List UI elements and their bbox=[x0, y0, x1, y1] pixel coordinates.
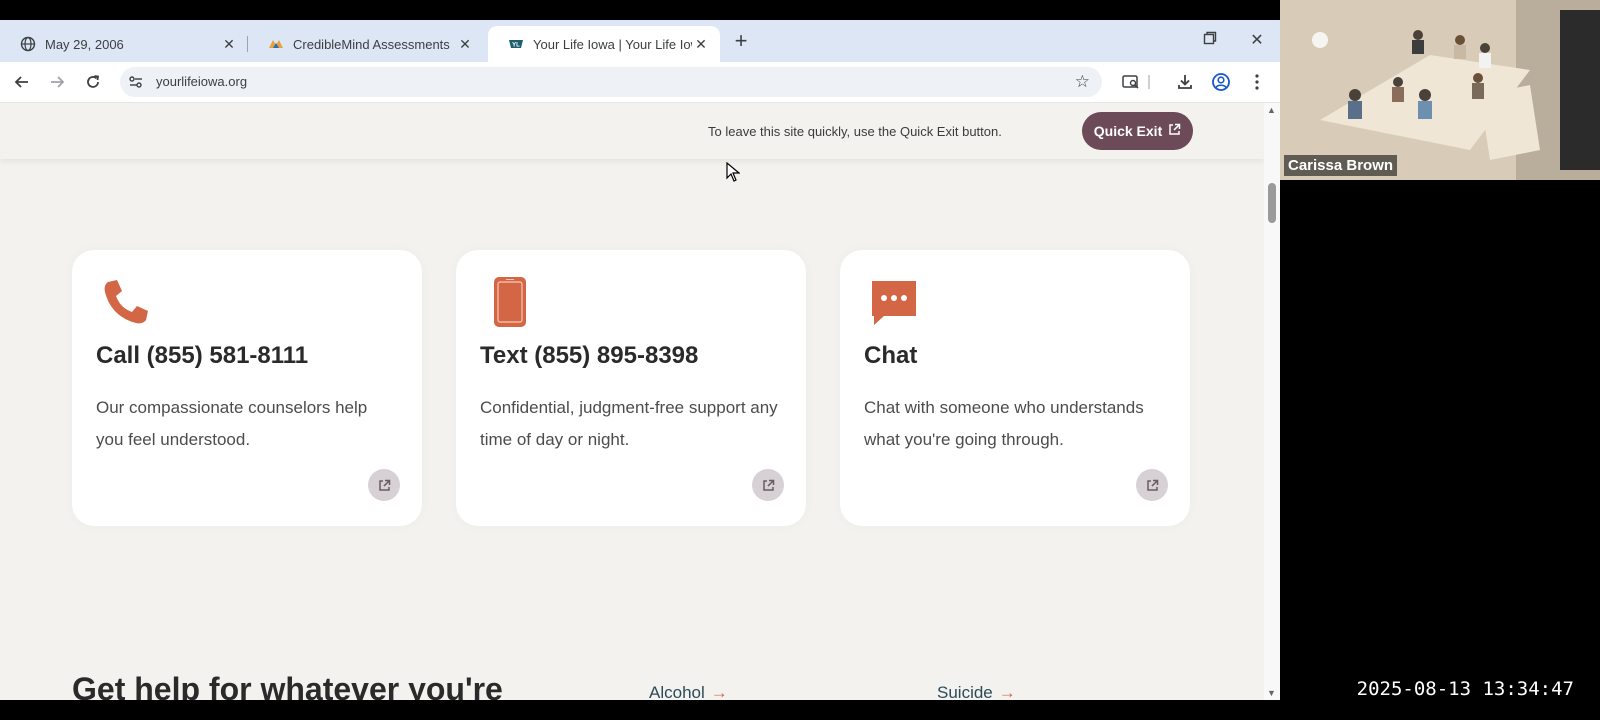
toolbar-divider bbox=[1148, 75, 1150, 89]
card-description: Our compassionate counselors help you fe… bbox=[96, 398, 368, 449]
web-page-content: To leave this site quickly, use the Quic… bbox=[0, 103, 1264, 700]
tab-crediblemind-assessments[interactable]: CredibleMind Assessments ✕ bbox=[248, 26, 484, 62]
video-call-tile: Carissa Brown bbox=[1280, 0, 1600, 180]
mobile-device-icon bbox=[484, 276, 536, 328]
section-heading: Get help for whatever you're bbox=[72, 671, 503, 700]
cast-search-icon[interactable] bbox=[1119, 70, 1143, 94]
card-title: Call (855) 581-8111 bbox=[96, 342, 309, 369]
chat-bubble-icon bbox=[868, 276, 920, 328]
tab-label: May 29, 2006 bbox=[45, 36, 124, 52]
browser-menu-icon[interactable] bbox=[1245, 70, 1269, 94]
call-support-card[interactable]: Call (855) 581-8111 Our compassionate co… bbox=[72, 250, 422, 526]
card-title: Text (855) 895-8398 bbox=[480, 342, 699, 369]
quick-exit-label: Quick Exit bbox=[1093, 123, 1163, 139]
page-scrollbar[interactable]: ▲ ▼ bbox=[1264, 103, 1280, 700]
crediblemind-logo-icon bbox=[268, 36, 284, 52]
reload-button[interactable] bbox=[81, 70, 105, 94]
card-title: Chat bbox=[864, 342, 918, 369]
card-description: Chat with someone who understands what y… bbox=[864, 398, 1144, 449]
forward-button[interactable] bbox=[45, 70, 69, 94]
site-settings-icon[interactable] bbox=[128, 74, 144, 90]
scroll-up-icon[interactable]: ▲ bbox=[1267, 105, 1276, 115]
meeting-room-video bbox=[1280, 0, 1600, 180]
arrow-right-icon: → bbox=[710, 683, 728, 700]
back-button[interactable] bbox=[10, 70, 34, 94]
external-link-icon[interactable] bbox=[752, 469, 784, 501]
download-icon[interactable] bbox=[1173, 70, 1197, 94]
browser-toolbar: yourlifeiowa.org ☆ bbox=[0, 62, 1280, 103]
address-bar[interactable]: yourlifeiowa.org ☆ bbox=[120, 67, 1102, 97]
globe-icon bbox=[20, 36, 36, 52]
topic-link-label: Suicide bbox=[937, 683, 993, 700]
close-icon[interactable]: ✕ bbox=[220, 36, 238, 53]
chat-support-card[interactable]: Chat Chat with someone who understands w… bbox=[840, 250, 1190, 526]
external-link-icon[interactable] bbox=[1136, 469, 1168, 501]
tab-strip: May 29, 2006 ✕ CredibleMind Assessments … bbox=[0, 20, 1280, 62]
text-support-card[interactable]: Text (855) 895-8398 Confidential, judgme… bbox=[456, 250, 806, 526]
tab-your-life-iowa[interactable]: YL Your Life Iowa | Your Life Iowa ✕ bbox=[488, 26, 720, 62]
mouse-cursor-icon bbox=[726, 161, 741, 187]
topic-link-suicide[interactable]: Suicide → bbox=[937, 683, 1016, 700]
tab-label: CredibleMind Assessments bbox=[293, 36, 450, 52]
close-icon[interactable]: ✕ bbox=[456, 36, 474, 53]
profile-avatar-icon[interactable] bbox=[1209, 70, 1233, 94]
close-window-button[interactable]: ✕ bbox=[1246, 30, 1268, 52]
restore-window-button[interactable] bbox=[1199, 30, 1221, 52]
svg-text:YL: YL bbox=[512, 43, 520, 49]
arrow-right-icon: → bbox=[998, 683, 1016, 700]
quick-exit-notice: To leave this site quickly, use the Quic… bbox=[708, 124, 1002, 139]
recording-timestamp: 2025-08-13 13:34:47 bbox=[1356, 678, 1574, 700]
new-tab-button[interactable]: + bbox=[730, 30, 752, 52]
tab-label: Your Life Iowa | Your Life Iowa bbox=[533, 36, 692, 52]
yourlifeiowa-logo-icon: YL bbox=[508, 36, 524, 52]
external-link-icon bbox=[1168, 123, 1181, 139]
url-text: yourlifeiowa.org bbox=[156, 74, 248, 89]
quick-exit-button[interactable]: Quick Exit bbox=[1082, 112, 1193, 150]
participant-name: Carissa Brown bbox=[1284, 155, 1398, 176]
card-description: Confidential, judgment-free support any … bbox=[480, 398, 778, 449]
close-icon[interactable]: ✕ bbox=[692, 36, 710, 53]
scrollbar-thumb[interactable] bbox=[1268, 183, 1276, 223]
bookmark-star-icon[interactable]: ☆ bbox=[1075, 72, 1090, 92]
external-link-icon[interactable] bbox=[368, 469, 400, 501]
phone-icon bbox=[100, 276, 152, 328]
topic-link-alcohol[interactable]: Alcohol → bbox=[649, 683, 728, 700]
scroll-down-icon[interactable]: ▼ bbox=[1267, 688, 1276, 698]
tab-may-29-2006[interactable]: May 29, 2006 ✕ bbox=[0, 26, 248, 62]
quick-exit-bar: To leave this site quickly, use the Quic… bbox=[0, 103, 1264, 159]
topic-link-label: Alcohol bbox=[649, 683, 705, 700]
